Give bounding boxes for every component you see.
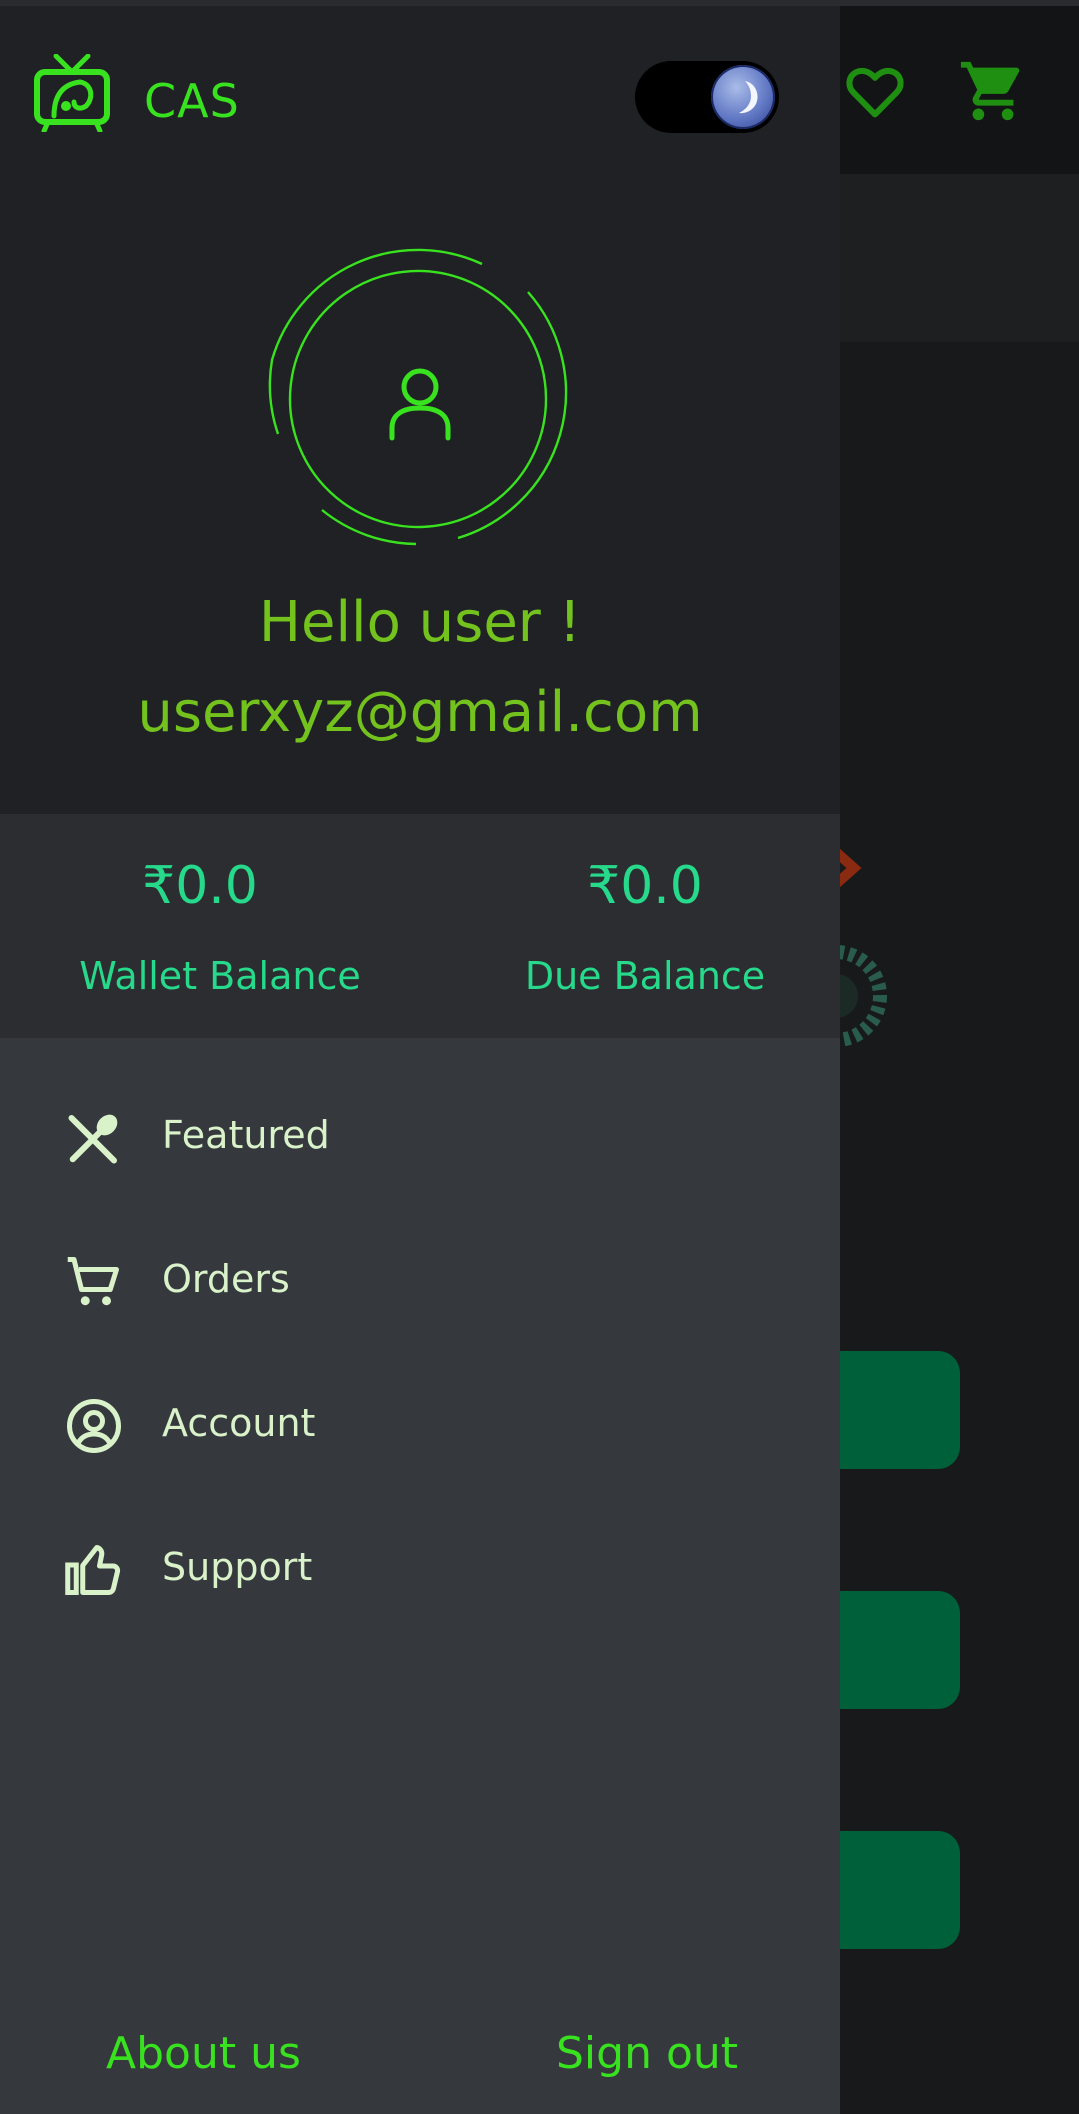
menu-item-support[interactable]: Support bbox=[0, 1515, 840, 1625]
wallet-label: Wallet Balance bbox=[79, 954, 361, 998]
drawer-header: CAS Hello user ! userxyz@gmail.com bbox=[0, 6, 840, 814]
balance-panel: ₹0.0 Wallet Balance ₹0.0 Due Balance bbox=[0, 814, 840, 1038]
cart-icon bbox=[67, 1257, 119, 1306]
heart-icon[interactable] bbox=[842, 58, 908, 124]
user-email: userxyz@gmail.com bbox=[137, 680, 703, 745]
menu-item-label: Support bbox=[162, 1545, 313, 1589]
toggle-knob bbox=[711, 65, 775, 129]
menu-item-label: Featured bbox=[162, 1113, 330, 1157]
menu-item-featured[interactable]: Featured bbox=[0, 1083, 840, 1193]
avatar[interactable] bbox=[260, 238, 580, 558]
navigation-drawer: CAS Hello user ! userxyz@gmail.com ₹0.0 … bbox=[0, 6, 840, 2114]
theme-toggle[interactable] bbox=[635, 61, 779, 133]
menu-item-label: Account bbox=[162, 1401, 316, 1445]
about-us-link[interactable]: About us bbox=[106, 2028, 301, 2079]
due-label: Due Balance bbox=[524, 954, 766, 998]
moon-icon bbox=[739, 81, 758, 114]
thumbs-up-icon bbox=[65, 1545, 121, 1595]
app-brand: CAS bbox=[144, 74, 240, 128]
menu-item-label: Orders bbox=[162, 1257, 290, 1301]
sign-out-link[interactable]: Sign out bbox=[556, 2028, 738, 2079]
due-amount: ₹0.0 bbox=[587, 856, 703, 916]
wallet-amount: ₹0.0 bbox=[142, 856, 258, 916]
account-circle-icon bbox=[66, 1398, 122, 1454]
user-icon bbox=[389, 368, 451, 441]
tv-logo-icon bbox=[34, 54, 110, 132]
greeting-text: Hello user ! bbox=[258, 590, 582, 655]
fork-spoon-icon bbox=[68, 1114, 118, 1164]
screen: CAS Hello user ! userxyz@gmail.com ₹0.0 … bbox=[0, 0, 1079, 2114]
menu-item-account[interactable]: Account bbox=[0, 1371, 840, 1481]
menu-item-orders[interactable]: Orders bbox=[0, 1227, 840, 1337]
cart-icon[interactable] bbox=[958, 56, 1028, 126]
